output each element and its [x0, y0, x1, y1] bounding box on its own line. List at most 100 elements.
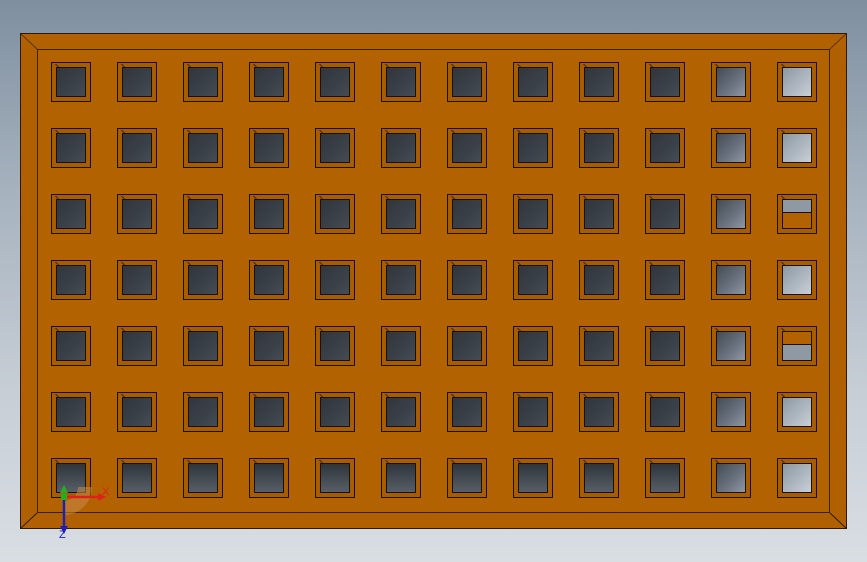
square-hole[interactable] — [183, 392, 223, 432]
square-hole[interactable] — [513, 194, 553, 234]
square-hole[interactable] — [381, 458, 421, 498]
square-hole[interactable] — [645, 392, 685, 432]
square-hole[interactable] — [645, 326, 685, 366]
hole-opening — [254, 397, 284, 427]
square-hole[interactable] — [51, 194, 91, 234]
square-hole[interactable] — [117, 392, 157, 432]
square-hole[interactable] — [315, 458, 355, 498]
square-hole[interactable] — [315, 392, 355, 432]
square-hole[interactable] — [249, 128, 289, 168]
square-hole[interactable] — [183, 326, 223, 366]
square-hole[interactable] — [51, 260, 91, 300]
square-hole[interactable] — [645, 194, 685, 234]
square-hole[interactable] — [579, 194, 619, 234]
hole-opening — [518, 265, 548, 295]
perforated-plate[interactable] — [20, 33, 847, 529]
square-hole[interactable] — [183, 194, 223, 234]
square-hole[interactable] — [183, 62, 223, 102]
hole-opening — [254, 265, 284, 295]
square-hole[interactable] — [183, 260, 223, 300]
square-hole[interactable] — [117, 62, 157, 102]
hole-opening — [122, 331, 152, 361]
square-hole[interactable] — [447, 458, 487, 498]
hole-opening — [188, 199, 218, 229]
hole-opening — [386, 463, 416, 493]
square-hole[interactable] — [579, 128, 619, 168]
hole-opening — [518, 133, 548, 163]
square-hole[interactable] — [711, 128, 751, 168]
square-hole[interactable] — [579, 260, 619, 300]
square-hole[interactable] — [645, 458, 685, 498]
hole-opening — [782, 67, 812, 97]
square-hole[interactable] — [381, 128, 421, 168]
square-hole[interactable] — [777, 392, 817, 432]
square-hole[interactable] — [645, 62, 685, 102]
graphics-viewport[interactable]: X Z — [0, 0, 867, 562]
square-hole[interactable] — [447, 326, 487, 366]
hole-opening — [716, 265, 746, 295]
square-hole[interactable] — [381, 392, 421, 432]
square-hole[interactable] — [579, 326, 619, 366]
square-hole[interactable] — [447, 62, 487, 102]
square-hole[interactable] — [777, 194, 817, 234]
square-hole[interactable] — [381, 326, 421, 366]
square-hole[interactable] — [777, 128, 817, 168]
square-hole[interactable] — [447, 128, 487, 168]
square-hole[interactable] — [447, 392, 487, 432]
square-hole[interactable] — [777, 326, 817, 366]
square-hole[interactable] — [117, 128, 157, 168]
square-hole[interactable] — [711, 260, 751, 300]
hole-opening — [452, 331, 482, 361]
square-hole[interactable] — [315, 194, 355, 234]
hole-opening — [650, 397, 680, 427]
square-hole[interactable] — [51, 326, 91, 366]
square-hole[interactable] — [315, 62, 355, 102]
square-hole[interactable] — [249, 194, 289, 234]
square-hole[interactable] — [711, 326, 751, 366]
square-hole[interactable] — [447, 260, 487, 300]
square-hole[interactable] — [513, 326, 553, 366]
hole-opening — [452, 199, 482, 229]
square-hole[interactable] — [183, 128, 223, 168]
square-hole[interactable] — [645, 260, 685, 300]
square-hole[interactable] — [381, 260, 421, 300]
square-hole[interactable] — [249, 458, 289, 498]
square-hole[interactable] — [777, 260, 817, 300]
square-hole[interactable] — [513, 458, 553, 498]
square-hole[interactable] — [579, 62, 619, 102]
square-hole[interactable] — [645, 128, 685, 168]
square-hole[interactable] — [117, 458, 157, 498]
square-hole[interactable] — [117, 194, 157, 234]
hole-opening — [452, 67, 482, 97]
square-hole[interactable] — [513, 128, 553, 168]
hole-opening — [386, 265, 416, 295]
square-hole[interactable] — [315, 128, 355, 168]
square-hole[interactable] — [51, 128, 91, 168]
square-hole[interactable] — [513, 392, 553, 432]
square-hole[interactable] — [249, 62, 289, 102]
square-hole[interactable] — [777, 458, 817, 498]
hole-opening — [56, 199, 86, 229]
square-hole[interactable] — [117, 260, 157, 300]
square-hole[interactable] — [249, 392, 289, 432]
square-hole[interactable] — [315, 326, 355, 366]
square-hole[interactable] — [513, 62, 553, 102]
square-hole[interactable] — [381, 62, 421, 102]
square-hole[interactable] — [711, 458, 751, 498]
square-hole[interactable] — [183, 458, 223, 498]
square-hole[interactable] — [447, 194, 487, 234]
square-hole[interactable] — [117, 326, 157, 366]
square-hole[interactable] — [711, 392, 751, 432]
square-hole[interactable] — [381, 194, 421, 234]
square-hole[interactable] — [777, 62, 817, 102]
square-hole[interactable] — [711, 194, 751, 234]
square-hole[interactable] — [51, 392, 91, 432]
square-hole[interactable] — [315, 260, 355, 300]
square-hole[interactable] — [711, 62, 751, 102]
square-hole[interactable] — [579, 458, 619, 498]
square-hole[interactable] — [249, 260, 289, 300]
square-hole[interactable] — [579, 392, 619, 432]
square-hole[interactable] — [513, 260, 553, 300]
square-hole[interactable] — [249, 326, 289, 366]
square-hole[interactable] — [51, 62, 91, 102]
